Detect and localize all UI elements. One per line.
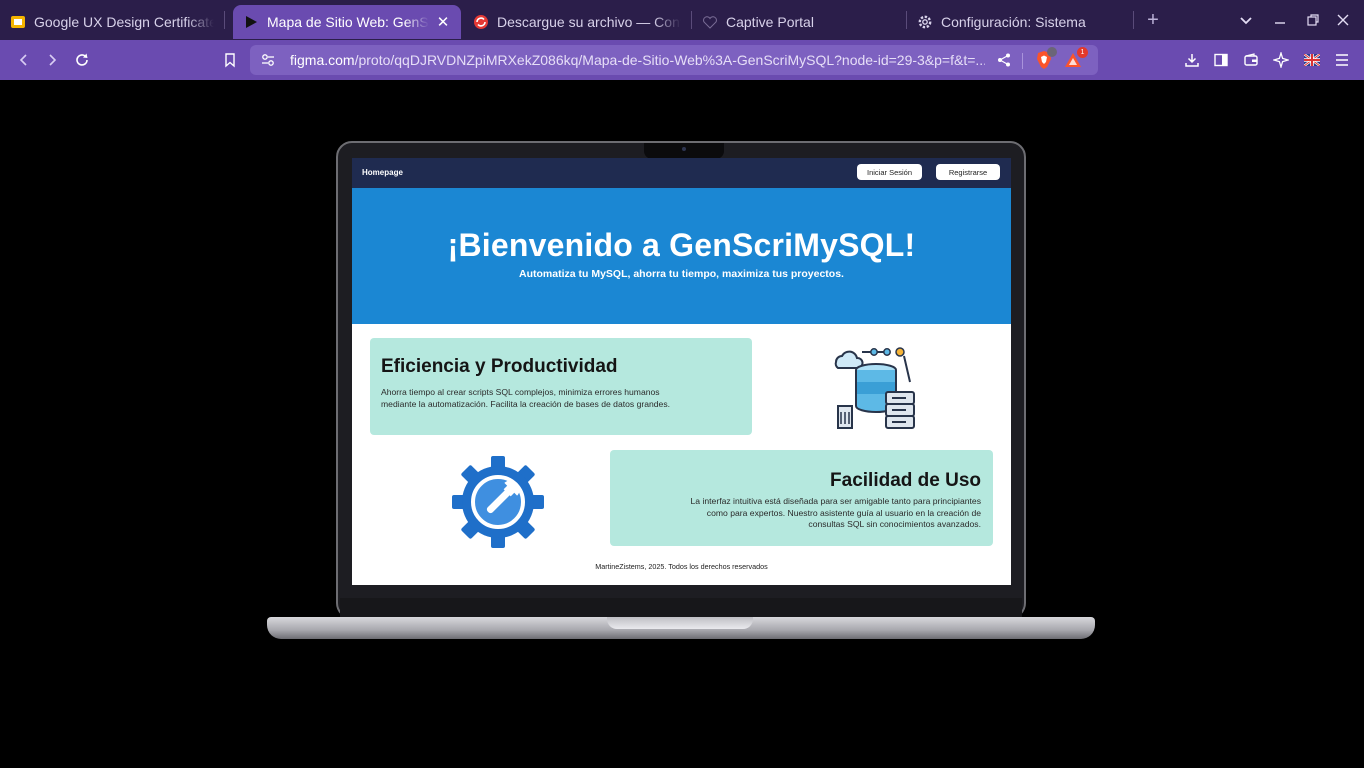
shields-badge <box>1047 47 1057 57</box>
card-facilidad: Facilidad de Uso La interfaz intuitiva e… <box>610 450 993 546</box>
hero-banner: ¡Bienvenido a GenScriMySQL! Automatiza t… <box>352 188 1011 324</box>
leo-ai-icon[interactable] <box>1269 48 1293 72</box>
tab-mapa-sitio[interactable]: Mapa de Sitio Web: GenScriMySQL ✕ <box>233 5 461 39</box>
sidebar-icon[interactable] <box>1209 48 1233 72</box>
hero-title: ¡Bienvenido a GenScriMySQL! <box>447 227 916 263</box>
minimize-icon[interactable] <box>1273 0 1287 40</box>
card-text: La interfaz intuitiva está diseñada para… <box>611 496 981 531</box>
restore-icon[interactable] <box>1306 0 1320 40</box>
tab-captive-portal[interactable]: Captive Portal <box>692 5 906 39</box>
address-bar[interactable]: figma.com/proto/qqDJRVDNZpiMRXekZ086kq/M… <box>250 45 1098 75</box>
prototype-screen: Homepage Iniciar Sesión Registrarse ¡Bie… <box>352 158 1011 585</box>
homepage-link[interactable]: Homepage <box>362 168 403 177</box>
prototype-footer: MartineZistems, 2025. Todos los derechos… <box>595 562 768 571</box>
card-text-line: consultas SQL sin conocimientos avanzado… <box>808 519 981 529</box>
card-eficiencia: Eficiencia y Productividad Ahorra tiempo… <box>370 338 752 435</box>
forward-icon[interactable] <box>40 48 64 72</box>
play-icon <box>243 14 259 30</box>
card-title: Facilidad de Uso <box>830 470 981 491</box>
laptop-base-lip <box>607 617 753 629</box>
bookmark-icon[interactable] <box>218 48 242 72</box>
card-text-line: como para expertos. Nuestro asistente gu… <box>706 507 981 518</box>
url-host: figma.com <box>290 52 355 68</box>
url-text: figma.com/proto/qqDJRVDNZpiMRXekZ086kq/M… <box>290 52 985 68</box>
tab-label: Captive Portal <box>726 14 814 30</box>
browser-toolbar: figma.com/proto/qqDJRVDNZpiMRXekZ086kq/M… <box>0 40 1364 80</box>
convertio-icon <box>473 14 489 30</box>
tab-divider <box>1133 11 1134 29</box>
card-text-line: La interfaz intuitiva está diseñada para… <box>690 496 981 506</box>
laptop-bezel <box>340 598 1022 618</box>
close-tab-icon[interactable]: ✕ <box>435 13 451 31</box>
share-icon[interactable] <box>996 52 1012 73</box>
tab-divider <box>224 11 225 29</box>
heart-icon <box>702 14 718 30</box>
tab-strip: Google UX Design Certificate Mapa de Sit… <box>0 0 1364 40</box>
tab-configuracion[interactable]: Configuración: Sistema <box>907 5 1133 39</box>
url-path: /proto/qqDJRVDNZpiMRXekZ086kq/Mapa-de-Si… <box>354 52 985 68</box>
slides-icon <box>10 14 26 30</box>
tab-label: Mapa de Sitio Web: GenScriMySQL <box>267 14 429 30</box>
tab-google-ux[interactable]: Google UX Design Certificate <box>0 5 224 39</box>
tab-label: Descargue su archivo — Convertio <box>497 14 681 30</box>
camera-notch <box>644 143 724 159</box>
card-title: Eficiencia y Productividad <box>381 356 618 377</box>
register-button[interactable]: Registrarse <box>936 164 1000 180</box>
tab-list-icon[interactable] <box>1238 0 1254 40</box>
vpn-flag-icon[interactable] <box>1300 48 1324 72</box>
tab-label: Google UX Design Certificate <box>34 14 214 30</box>
tab-label: Configuración: Sistema <box>941 14 1086 30</box>
database-illustration <box>830 342 922 434</box>
card-text-line: mediante la automatización. Facilita la … <box>381 398 671 409</box>
card-text: Ahorra tiempo al crear scripts SQL compl… <box>381 387 751 410</box>
close-window-icon[interactable] <box>1336 0 1350 40</box>
hero-subtitle: Automatiza tu MySQL, ahorra tu tiempo, m… <box>519 268 844 280</box>
back-icon[interactable] <box>12 48 36 72</box>
tab-convertio[interactable]: Descargue su archivo — Convertio <box>463 5 691 39</box>
prototype-navbar: Homepage Iniciar Sesión Registrarse <box>352 158 1011 188</box>
card-text-line: Ahorra tiempo al crear scripts SQL compl… <box>381 387 660 397</box>
url-divider <box>1022 53 1023 69</box>
wallet-icon[interactable] <box>1239 48 1263 72</box>
gear-icon <box>917 14 933 30</box>
login-button[interactable]: Iniciar Sesión <box>857 164 922 180</box>
gear-wrench-illustration <box>450 454 546 550</box>
reload-icon[interactable] <box>70 48 94 72</box>
rewards-badge: 1 <box>1077 47 1088 58</box>
menu-icon[interactable] <box>1330 48 1354 72</box>
new-tab-button[interactable]: + <box>1136 9 1170 32</box>
site-settings-icon[interactable] <box>260 52 276 73</box>
download-icon[interactable] <box>1180 48 1204 72</box>
